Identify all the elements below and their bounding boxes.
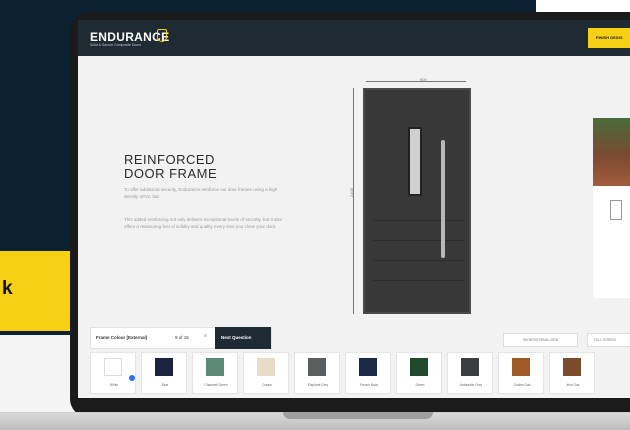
next-question-button[interactable]: Next Question	[215, 327, 271, 349]
colour-swatch[interactable]: Cream	[243, 352, 289, 394]
door-height-label: 2100	[348, 188, 354, 197]
colour-swatch[interactable]: French Navy	[345, 352, 391, 394]
full-screen-button[interactable]: FULL SCREEN	[587, 333, 630, 347]
colour-swatch[interactable]: Elephant Grey	[294, 352, 340, 394]
swatch-label: Anthracite Grey	[459, 383, 483, 387]
door-groove	[373, 240, 463, 241]
door-height-dimension-line	[353, 88, 354, 314]
heading-line-1: REINFORCED	[124, 152, 215, 167]
door-groove	[373, 220, 463, 221]
laptop-screen: ENDURANCE Solid & Secure Composite Doors…	[78, 20, 630, 398]
current-step-label: Frame Colour (External)	[96, 335, 148, 340]
shield-logo-icon	[157, 29, 167, 42]
swatch-label: White	[109, 383, 119, 387]
door-width-dimension-line	[366, 81, 466, 82]
colour-swatch[interactable]: White	[90, 352, 136, 394]
colour-swatch[interactable]: Blue	[141, 352, 187, 394]
heading-line-2: DOOR FRAME	[124, 166, 218, 181]
door-width-label: 900	[420, 77, 427, 82]
door-glass-panel	[408, 127, 422, 196]
swatch-colour-chip	[563, 358, 581, 376]
swatch-colour-chip	[257, 358, 275, 376]
colour-swatch[interactable]: Green	[396, 352, 442, 394]
swatch-colour-chip	[359, 358, 377, 376]
swatch-label: Irish Oak	[566, 383, 580, 387]
colour-swatch[interactable]: Golden Oak	[498, 352, 544, 394]
promo-banner-text[interactable]: k	[2, 278, 13, 300]
step-counter: 9 of 15	[175, 335, 189, 340]
description-paragraph-2: This added reinforcing not only delivers…	[124, 217, 283, 229]
swatch-label: Chartwell Green	[204, 383, 228, 387]
colour-swatch[interactable]: Irish Oak	[549, 352, 595, 394]
laptop-base-notch	[283, 412, 433, 419]
menu-icon[interactable]: ≡	[204, 333, 207, 339]
door-bar-handle	[441, 140, 445, 258]
swatch-colour-chip	[512, 358, 530, 376]
show-internal-view-button[interactable]: SHOW INTERNAL VIEW	[503, 333, 578, 347]
swatch-colour-chip	[206, 358, 224, 376]
colour-swatch-row: White Blue Chartwell Green Cream Elephant Gr…	[90, 352, 630, 396]
description-paragraph-1: To offer additional security, Endurance …	[124, 187, 278, 199]
door-groove	[373, 260, 463, 261]
swatch-label: Golden Oak	[513, 383, 531, 387]
section-heading: REINFORCED DOOR FRAME	[124, 153, 284, 181]
swatch-colour-chip	[461, 358, 479, 376]
house-photo-thumbnail[interactable]	[593, 118, 630, 186]
brand-tagline: Solid & Secure Composite Doors	[90, 43, 142, 47]
swatch-label: Blue	[161, 383, 169, 387]
swatch-label: Cream	[262, 383, 272, 387]
colour-swatch[interactable]: Chartwell Green	[192, 352, 238, 394]
colour-swatch[interactable]: Anthracite Grey	[447, 352, 493, 394]
swatch-colour-chip	[308, 358, 326, 376]
selected-indicator-icon	[129, 375, 135, 381]
door-outline-icon[interactable]	[610, 200, 622, 220]
swatch-label: Elephant Grey	[307, 383, 329, 387]
swatch-label: Green	[415, 383, 425, 387]
door-groove	[373, 280, 463, 281]
finish-design-button[interactable]: FINISH DESIG	[588, 28, 630, 48]
swatch-colour-chip	[155, 358, 173, 376]
door-preview	[363, 88, 471, 314]
swatch-colour-chip	[410, 358, 428, 376]
swatch-label: French Navy	[359, 383, 379, 387]
app-header: ENDURANCE Solid & Secure Composite Doors…	[78, 20, 630, 56]
swatch-colour-chip	[104, 358, 122, 376]
